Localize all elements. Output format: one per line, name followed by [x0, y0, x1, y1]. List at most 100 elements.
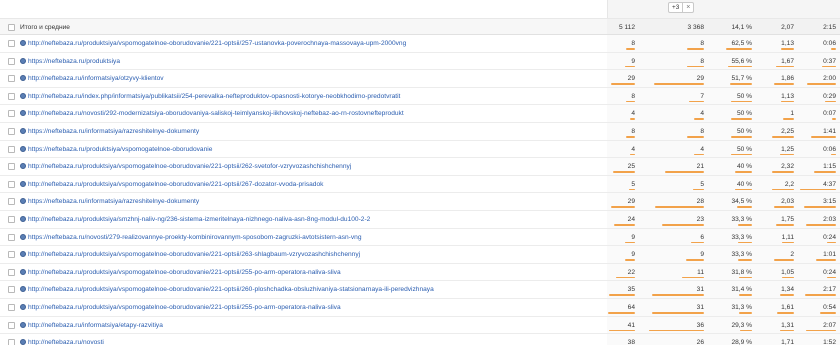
cell-visits: 8 — [631, 92, 635, 100]
metric-bar — [776, 223, 794, 226]
row-checkbox[interactable] — [8, 339, 15, 345]
metric-bar — [731, 135, 752, 138]
page-url-link[interactable]: https://neftebaza.ru/novosti/279-realizo… — [28, 233, 603, 242]
metric-bar — [686, 259, 704, 261]
table-row[interactable]: https://neftebaza.ru/novosti/279-realizo… — [0, 228, 840, 247]
cell-visits: 29 — [627, 75, 635, 83]
table-row[interactable]: http://neftebaza.ru/produktsiya/vspomoga… — [0, 246, 840, 264]
page-url-link[interactable]: http://neftebaza.ru/informatsiya/etapy-r… — [28, 321, 603, 330]
cell-users: 9 — [700, 251, 704, 259]
page-url-link[interactable]: https://neftebaza.ru/informatsiya/razres… — [28, 197, 603, 206]
table-row[interactable]: https://neftebaza.ru/informatsiya/razres… — [0, 122, 840, 141]
globe-icon — [20, 163, 26, 170]
cell-bounce-rate: 33,3 % — [731, 233, 752, 241]
table-row[interactable]: http://neftebaza.ru/novosti/292-moderniz… — [0, 105, 840, 123]
cell-users: 21 — [696, 163, 704, 171]
cell-page-depth: 2,25 — [781, 127, 794, 135]
cell-visits: 4 — [631, 110, 635, 118]
total-users: 3 368 — [687, 24, 704, 31]
table-row[interactable]: https://neftebaza.ru/informatsiya/razres… — [0, 193, 840, 211]
segment-chip[interactable]: +3 × — [668, 2, 695, 13]
row-checkbox[interactable] — [8, 286, 15, 294]
row-checkbox[interactable] — [8, 40, 15, 47]
page-url-link[interactable]: http://neftebaza.ru/informatsiya/otzyvy-… — [28, 74, 603, 83]
row-checkbox[interactable] — [8, 145, 15, 153]
row-checkbox[interactable] — [8, 92, 15, 100]
cell-bounce-rate: 40 % — [736, 163, 752, 171]
cell-bounce-rate: 50 % — [736, 92, 752, 100]
metric-bar — [691, 241, 704, 244]
row-checkbox[interactable] — [8, 75, 15, 83]
metric-bar — [806, 223, 836, 226]
cell-page-depth: 1,05 — [781, 268, 794, 276]
cell-bounce-rate: 28,9 % — [731, 339, 752, 345]
table-row[interactable]: http://neftebaza.ru/informatsiya/etapy-r… — [0, 316, 840, 335]
row-checkbox[interactable] — [8, 268, 15, 276]
cell-time-on-site: 2:07 — [823, 321, 836, 329]
metric-bar — [780, 294, 794, 296]
table-row[interactable]: http://neftebaza.ru/produktsiya/vspomoga… — [0, 298, 840, 317]
page-url-link[interactable]: https://neftebaza.ru/informatsiya/razres… — [28, 127, 603, 136]
page-url-link[interactable]: http://neftebaza.ru/novosti/292-moderniz… — [28, 109, 603, 118]
table-row[interactable]: http://neftebaza.ru/produktsiya/vspomoga… — [0, 175, 840, 194]
cell-time-on-site: 0:54 — [823, 303, 836, 311]
cell-bounce-rate: 31,3 % — [731, 303, 752, 311]
row-checkbox[interactable] — [8, 127, 15, 135]
page-url-link[interactable]: http://neftebaza.ru/produktsiya/vspomoga… — [28, 39, 603, 48]
row-checkbox[interactable] — [8, 303, 15, 311]
page-url-link[interactable]: http://neftebaza.ru/produktsiya/vspomoga… — [28, 180, 603, 189]
globe-icon — [20, 198, 26, 205]
cell-time-on-site: 1:01 — [823, 251, 836, 259]
row-checkbox[interactable] — [8, 180, 15, 188]
metric-bar — [807, 83, 836, 85]
page-url-link[interactable]: http://neftebaza.ru/produktsiya/vspomoga… — [28, 162, 603, 171]
page-url-link[interactable]: http://neftebaza.ru/produktsiya/vspomoga… — [28, 250, 603, 259]
page-url-link[interactable]: http://neftebaza.ru/produktsiya/vspomoga… — [28, 303, 603, 312]
page-url-link[interactable]: http://neftebaza.ru/produktsiya/vspomoga… — [28, 268, 603, 277]
select-all-checkbox[interactable] — [8, 24, 15, 31]
row-checkbox[interactable] — [8, 110, 15, 118]
metric-bar — [630, 153, 635, 156]
table-row[interactable]: http://neftebaza.ru/produktsiya/smzhnj-n… — [0, 210, 840, 229]
segment-count[interactable]: +3 — [669, 3, 684, 12]
metric-bar — [726, 48, 752, 50]
cell-page-depth: 1 — [790, 110, 794, 118]
cell-users: 31 — [696, 286, 704, 294]
table-row[interactable]: http://neftebaza.ru/informatsiya/otzyvy-… — [0, 70, 840, 88]
table-row[interactable]: https://neftebaza.ru/produktsiya/vspomog… — [0, 140, 840, 159]
globe-icon — [20, 233, 26, 240]
page-url-link[interactable]: http://neftebaza.ru/produktsiya/smzhnj-n… — [28, 215, 603, 224]
table-row[interactable]: http://neftebaza.ru/produktsiya/vspomoga… — [0, 263, 840, 282]
globe-icon — [20, 110, 26, 117]
page-url-link[interactable]: http://neftebaza.ru/index.php/informatsi… — [28, 92, 603, 101]
metric-bar — [730, 83, 752, 85]
cell-users: 8 — [700, 40, 704, 47]
page-url-link[interactable]: http://neftebaza.ru/produktsiya/vspomoga… — [28, 285, 603, 294]
cell-time-on-site: 1:41 — [823, 127, 836, 135]
metric-bar — [625, 241, 635, 244]
row-checkbox[interactable] — [8, 233, 15, 241]
table-row[interactable]: http://neftebaza.ru/index.php/informatsi… — [0, 87, 840, 106]
page-url-link[interactable]: https://neftebaza.ru/produktsiya/vspomog… — [28, 145, 603, 154]
metric-bar — [806, 329, 836, 332]
row-checkbox[interactable] — [8, 198, 15, 206]
row-checkbox[interactable] — [8, 57, 15, 65]
row-checkbox[interactable] — [8, 215, 15, 223]
cell-page-depth: 1,61 — [781, 303, 794, 311]
close-icon[interactable]: × — [683, 3, 693, 12]
row-checkbox[interactable] — [8, 321, 15, 329]
cell-users: 8 — [700, 127, 704, 135]
metric-bar — [772, 135, 794, 138]
table-row[interactable]: https://neftebaza.ru/produktsiya 9 8 55,6 %… — [0, 52, 840, 71]
metric-bar — [687, 48, 704, 50]
globe-icon — [20, 40, 26, 46]
metric-bar — [737, 206, 752, 208]
row-checkbox[interactable] — [8, 163, 15, 171]
page-url-link[interactable]: http://neftebaza.ru/novosti — [28, 338, 603, 345]
row-checkbox[interactable] — [8, 251, 15, 259]
table-row[interactable]: http://neftebaza.ru/produktsiya/vspomoga… — [0, 281, 840, 299]
page-url-link[interactable]: https://neftebaza.ru/produktsiya — [28, 57, 603, 66]
table-row[interactable]: http://neftebaza.ru/novosti 38 26 28,9 % 1,7… — [0, 334, 840, 345]
table-row[interactable]: http://neftebaza.ru/produktsiya/vspomoga… — [0, 158, 840, 176]
table-row[interactable]: http://neftebaza.ru/produktsiya/vspomoga… — [0, 35, 840, 53]
